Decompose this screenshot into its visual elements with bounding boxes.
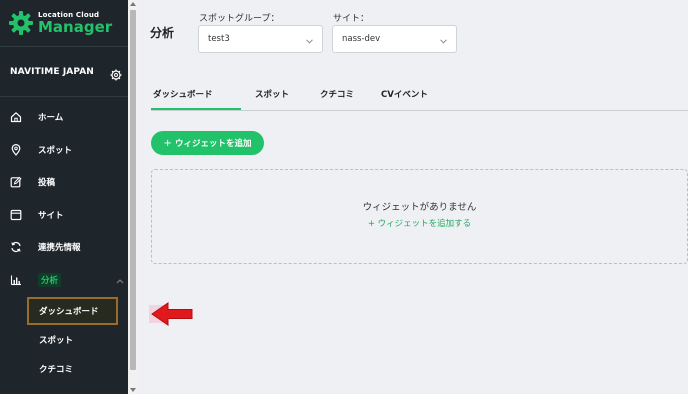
sidebar-subitem-label: クチコミ — [39, 364, 74, 375]
add-widget-link[interactable]: + ウィジェットを追加する — [152, 217, 687, 229]
sidebar-scrollbar[interactable] — [128, 0, 138, 394]
tab-label: CVイベント — [381, 90, 428, 100]
sidebar-item-integrations[interactable]: 連携先情報 — [0, 231, 128, 264]
chevron-down-icon — [440, 37, 447, 44]
sidebar-nav: ホーム スポット 投稿 サイト 連携先情報 分析 ダッシュボード スポット クチ… — [0, 97, 128, 383]
sidebar-item-label: 分析 — [38, 272, 62, 287]
empty-message: ウィジェットがありません — [362, 202, 477, 213]
annotation-arrow-icon — [149, 302, 193, 326]
sidebar-subitem-spot[interactable]: スポット — [0, 325, 128, 354]
org-name: NAVITIME JAPAN — [10, 66, 94, 77]
location-pin-icon — [10, 143, 22, 156]
sidebar-subitem-dashboard[interactable]: ダッシュボード — [0, 296, 128, 325]
brand[interactable]: Location Cloud Manager — [0, 0, 128, 47]
sidebar-item-site[interactable]: サイト — [0, 199, 128, 232]
sidebar-item-spot[interactable]: スポット — [0, 134, 128, 167]
tab-bar: ダッシュボード スポット クチコミ CVイベント — [151, 84, 688, 111]
sidebar-item-analytics[interactable]: 分析 — [0, 264, 128, 297]
sidebar-item-label: 連携先情報 — [38, 243, 81, 254]
tab-spot[interactable]: スポット — [241, 84, 305, 110]
spot-group-label: スポットグループ： — [199, 14, 280, 24]
sidebar: Location Cloud Manager NAVITIME JAPAN ホー… — [0, 0, 128, 394]
site-label: サイト： — [333, 14, 370, 24]
gear-icon[interactable] — [110, 66, 122, 80]
spot-group-select[interactable]: test3 — [198, 25, 323, 53]
widget-empty-state: ウィジェットがありません + ウィジェットを追加する — [151, 169, 688, 264]
site-select[interactable]: nass-dev — [332, 25, 457, 53]
tab-reviews[interactable]: クチコミ — [305, 84, 367, 110]
brand-title: Manager — [38, 17, 113, 36]
scroll-down-arrow-icon[interactable] — [130, 388, 136, 392]
sidebar-item-label: 投稿 — [38, 178, 56, 189]
tab-label: クチコミ — [320, 90, 355, 100]
home-icon — [10, 111, 22, 123]
plus-icon: + — [163, 137, 172, 149]
org-switcher[interactable]: NAVITIME JAPAN — [0, 47, 128, 97]
bar-chart-icon — [10, 274, 22, 286]
edit-icon — [10, 176, 22, 188]
sync-icon — [10, 241, 22, 253]
scroll-up-arrow-icon[interactable] — [130, 2, 136, 6]
tab-cv-event[interactable]: CVイベント — [367, 84, 447, 110]
add-widget-button[interactable]: + ウィジェットを追加 — [151, 131, 264, 155]
tab-label: スポット — [255, 90, 290, 100]
sidebar-item-home[interactable]: ホーム — [0, 101, 128, 134]
sidebar-subitem-label: スポット — [39, 335, 74, 346]
add-widget-label: ウィジェットを追加 — [174, 139, 252, 149]
sidebar-item-label: スポット — [38, 145, 73, 156]
sidebar-item-label: ホーム — [38, 113, 64, 124]
tab-label: ダッシュボード — [153, 90, 213, 100]
scroll-thumb[interactable] — [130, 10, 136, 370]
tab-dashboard[interactable]: ダッシュボード — [151, 84, 241, 110]
page-title: 分析 — [150, 26, 175, 40]
spot-group-value: test3 — [208, 34, 230, 44]
gear-logo-icon — [8, 10, 34, 36]
chevron-up-icon[interactable] — [116, 277, 124, 284]
sidebar-item-posts[interactable]: 投稿 — [0, 166, 128, 199]
main-content: 分析 スポットグループ： test3 サイト： nass-dev ダッシュボード… — [138, 0, 688, 394]
site-value: nass-dev — [342, 34, 381, 44]
chevron-down-icon — [306, 37, 313, 44]
sidebar-subitem-label: ダッシュボード — [39, 306, 99, 317]
sidebar-item-label: サイト — [38, 210, 64, 221]
sidebar-subitem-reviews[interactable]: クチコミ — [0, 354, 128, 383]
window-icon — [10, 209, 22, 221]
